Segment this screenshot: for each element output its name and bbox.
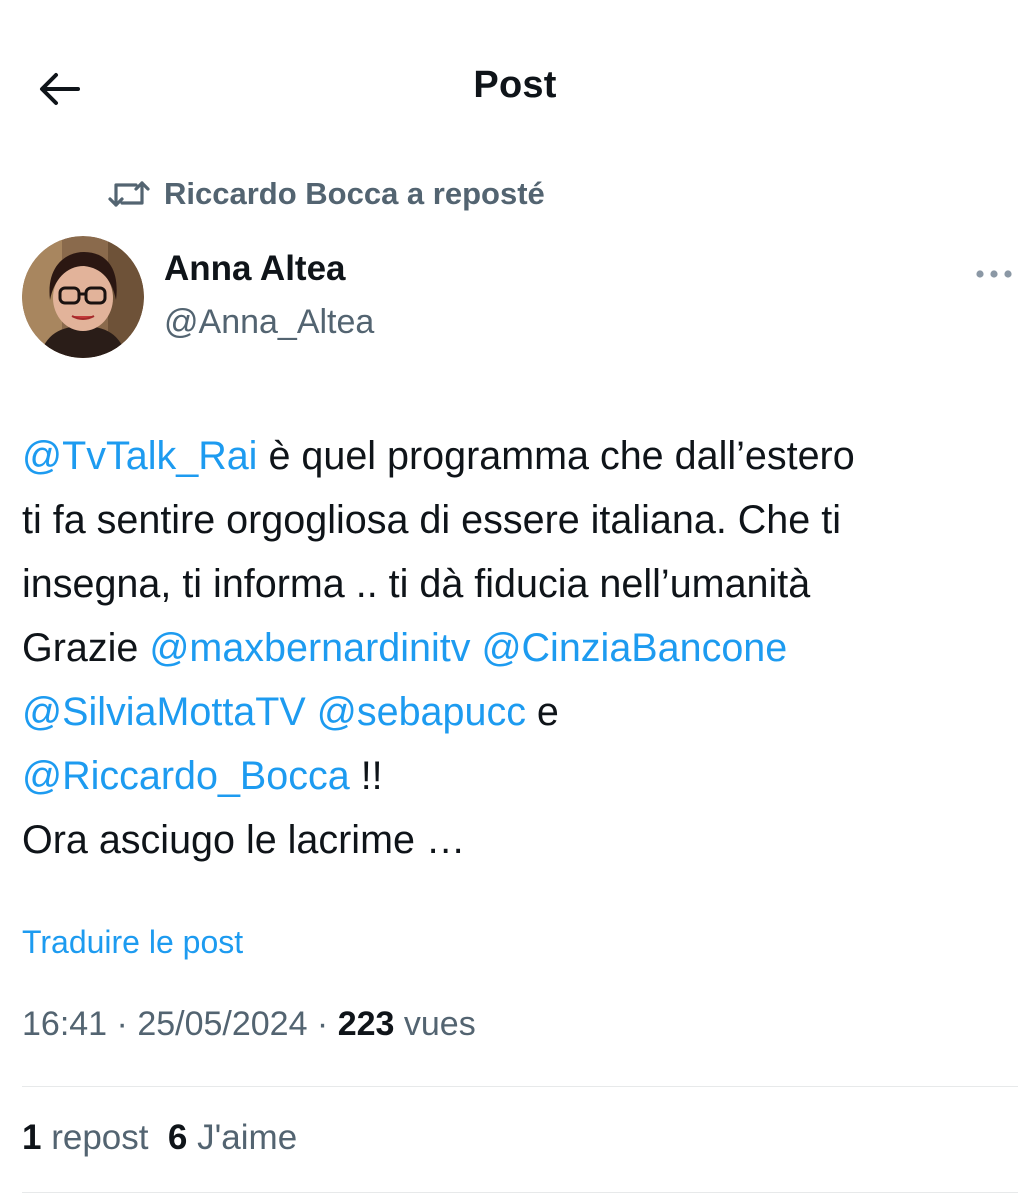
- likes-label: J'aime: [187, 1118, 298, 1157]
- mention-link[interactable]: @TvTalk_Rai: [22, 434, 257, 478]
- views-label: vues: [394, 1005, 476, 1043]
- divider: [22, 1086, 1018, 1087]
- meta-separator: ·: [307, 1005, 338, 1043]
- page-title: Post: [473, 64, 557, 106]
- reposts-label: repost: [41, 1118, 149, 1157]
- tweet-text-segment: è quel programma che dall’estero: [257, 434, 855, 478]
- mention-link[interactable]: @sebapucc: [317, 690, 526, 734]
- engagement-stats: 1 repost 6 J'aime: [22, 1118, 297, 1158]
- divider: [22, 1192, 1018, 1193]
- tweet-text-segment: ti fa sentire orgogliosa di essere itali…: [22, 498, 841, 542]
- post-date[interactable]: 25/05/2024: [137, 1005, 307, 1043]
- tweet-text-segment: Ora asciugo le lacrime …: [22, 818, 466, 862]
- tweet-text-segment: insegna, ti informa .. ti dà fiducia nel…: [22, 562, 811, 606]
- tweet-text: @TvTalk_Rai è quel programma che dall’es…: [22, 424, 1012, 872]
- post-time[interactable]: 16:41: [22, 1005, 107, 1043]
- repost-text: Riccardo Bocca a reposté: [164, 176, 545, 211]
- mention-link[interactable]: @SilviaMottaTV: [22, 690, 306, 734]
- tweet-text-segment: !!: [349, 754, 383, 798]
- mention-link[interactable]: @maxbernardinitv: [149, 626, 470, 670]
- translate-link[interactable]: Traduire le post: [22, 924, 243, 961]
- more-horizontal-icon: [976, 270, 1012, 278]
- reposts-count: 1: [22, 1118, 42, 1157]
- tweet-line: @SilviaMottaTV @sebapucc e: [22, 680, 1012, 744]
- top-bar: Post: [0, 0, 1030, 170]
- reposts-stat[interactable]: 1 repost: [22, 1118, 148, 1157]
- meta-separator: ·: [107, 1005, 138, 1043]
- views-count: 223: [337, 1005, 395, 1043]
- tweet-line: ti fa sentire orgogliosa di essere itali…: [22, 488, 1012, 552]
- author-handle[interactable]: @Anna_Altea: [164, 303, 374, 342]
- more-button[interactable]: [970, 258, 1018, 290]
- repost-context[interactable]: Riccardo Bocca a reposté: [106, 172, 545, 216]
- likes-stat[interactable]: 6 J'aime: [168, 1118, 297, 1157]
- mention-link[interactable]: @Riccardo_Bocca: [22, 754, 350, 798]
- avatar[interactable]: [22, 236, 144, 358]
- tweet-line: Grazie @maxbernardinitv @CinziaBancone: [22, 616, 1012, 680]
- tweet-text-segment: [306, 690, 317, 734]
- tweet-line: insegna, ti informa .. ti dà fiducia nel…: [22, 552, 1012, 616]
- tweet-text-segment: [470, 626, 481, 670]
- tweet-line: @Riccardo_Bocca !!: [22, 744, 1012, 808]
- mention-link[interactable]: @CinziaBancone: [481, 626, 787, 670]
- tweet-text-segment: e: [525, 690, 559, 734]
- author-name[interactable]: Anna Altea: [164, 249, 346, 289]
- tweet-line: Ora asciugo le lacrime …: [22, 808, 1012, 872]
- repost-icon: [106, 177, 152, 211]
- likes-count: 6: [167, 1118, 188, 1157]
- tweet-text-segment: Grazie: [22, 626, 150, 670]
- post-meta: 16:41 · 25/05/2024 · 223 vues: [22, 1005, 476, 1044]
- tweet-line: @TvTalk_Rai è quel programma che dall’es…: [22, 424, 1012, 488]
